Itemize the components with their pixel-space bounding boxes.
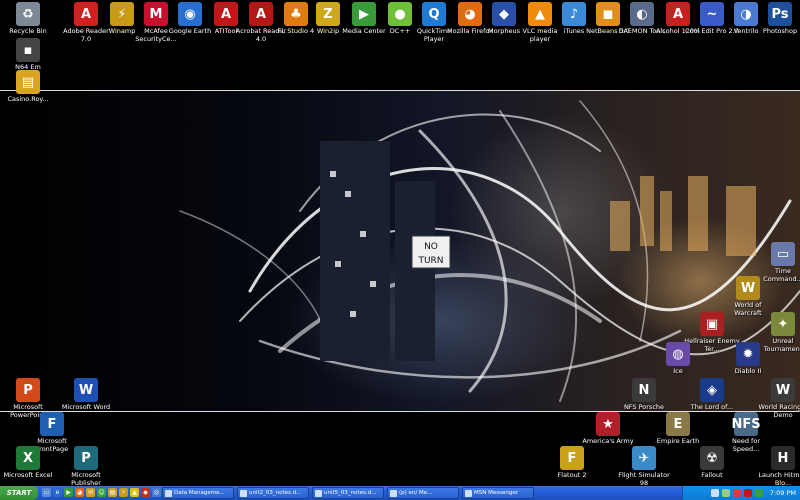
desktop-icon[interactable]: ★ America's Army [580,412,636,446]
media-player-icon[interactable]: ▶ [64,488,73,497]
need-for-speed-icon: NFS [731,412,761,436]
ati-icon[interactable] [743,489,752,497]
flatout-icon: F [560,446,584,470]
taskbar-button[interactable]: unit2_03_notes.d... [237,487,309,499]
lotr-icon: ◈ [700,378,724,402]
network-icon[interactable] [721,489,730,497]
desktop-icon[interactable]: ♻ Recycle Bin [0,2,56,36]
time-command-icon: ▭ [771,242,795,266]
publisher-icon: P [74,446,98,470]
frontpage-icon: F [40,412,64,436]
desktop-icon[interactable]: ✹ Diablo II [720,342,776,376]
desktop-icon-label: Microsoft Publisher [71,471,101,486]
desktop-icon[interactable]: Ps Photoshop [752,2,800,36]
hitman-icon: H [771,446,795,470]
americas-army-icon: ★ [596,412,620,436]
taskbar: START ▭ e ▶ ◕ ✉ ☺ ▤ ⚡ ▲ ◆ ◎ Data Manageme... unit2_… [0,486,800,500]
flight-simulator-icon: ✈ [632,446,656,470]
desktop-icon[interactable]: W World of Warcraft [720,276,776,317]
taskbar-button-label: unit5_03_notes.d... [324,490,377,496]
search-icon[interactable]: ◎ [152,488,161,497]
quick-launch: ▭ e ▶ ◕ ✉ ☺ ▤ ⚡ ▲ ◆ ◎ [42,488,161,498]
world-of-warcraft-icon: W [736,276,760,300]
desktop-icon-label: Empire Earth [656,437,700,445]
wallpaper-sign-line1: NO [424,242,438,252]
desktop-icon-label: Fallout [701,471,723,479]
taskbar-button-label: (p) en/ Me... [399,490,433,496]
taskbar-button-label: MSN Messenger [474,490,518,496]
desktop-icon-label: America's Army [582,437,634,445]
start-button[interactable]: START [0,486,38,500]
system-tray: 7:09 PM [682,486,800,500]
desktop-icon[interactable]: F Flatout 2 [544,446,600,480]
excel-icon: X [16,446,40,470]
folder-icon[interactable]: ▤ [108,488,117,497]
desktop-icon-label: Diablo II [734,367,762,375]
ice-icon: ◍ [666,342,690,366]
desktop-icon-label: Casino.Roy... [7,95,49,103]
show-desktop-icon[interactable]: ▭ [42,488,51,497]
empire-earth-icon: E [666,412,690,436]
desktop-icon-label: Launch Hitman Blo... [758,471,800,486]
desktop-icon[interactable]: X Microsoft Excel [0,446,56,480]
desktop-icon-label: NFS Porsche [623,403,665,411]
messenger-icon[interactable]: ☺ [97,488,106,497]
window-icon [165,489,172,497]
taskbar-button[interactable]: unit5_03_notes.d... [312,487,384,499]
outlook-icon[interactable]: ✉ [86,488,95,497]
task-list: Data Manageme... unit2_03_notes.d... unit5… [162,487,534,499]
world-racing-icon: W [771,378,795,402]
diablo-icon: ✹ [736,342,760,366]
winamp-icon[interactable]: ⚡ [119,488,128,497]
antivirus-icon[interactable] [732,489,741,497]
game-icon[interactable]: ◆ [141,488,150,497]
desktop-icon-label: Flatout 2 [557,471,587,479]
desktop-icon-label: Photoshop [762,27,798,35]
window-icon [240,489,247,497]
desktop-icon-label: Microsoft Excel [3,471,53,479]
wallpaper-sign-line2: TURN [417,256,443,266]
taskbar-button-label: Data Manageme... [174,490,225,496]
taskbar-button[interactable]: Data Manageme... [162,487,234,499]
window-icon [465,489,472,497]
desktop-icon[interactable]: ◈ The Lord of... [684,378,740,412]
unreal-tournament-icon: ✦ [771,312,795,336]
desktop-icon[interactable]: W Microsoft Word [58,378,114,412]
messenger-tray-icon[interactable] [754,489,763,497]
photoshop-icon: Ps [768,2,792,26]
desktop-icon[interactable]: ◍ Ice [650,342,706,376]
firefox-icon[interactable]: ◕ [75,488,84,497]
recycle-bin-icon: ♻ [16,2,40,26]
desktop-icon[interactable]: N NFS Porsche [616,378,672,412]
desktop-icon[interactable]: ▪ N64 Em [0,38,56,72]
desktop-icon[interactable]: ▤ Casino.Roy... [0,70,56,104]
window-icon [390,489,397,497]
desktop-icon-label: Microsoft Word [61,403,111,411]
desktop-icon[interactable]: ☢ Fallout [684,446,740,480]
window-icon [315,489,322,497]
desktop-icon-label: Flight Simulator 98 [618,471,670,486]
desktop-icon[interactable]: ✈ Flight Simulator 98 [616,446,672,486]
clock: 7:09 PM [769,489,796,497]
fallout-icon: ☢ [700,446,724,470]
aim-icon[interactable]: ▲ [130,488,139,497]
desktop-icon-label: Ice [673,367,683,375]
zip-archive-icon: ▤ [16,70,40,94]
taskbar-button-label: unit2_03_notes.d... [249,490,302,496]
taskbar-button[interactable]: MSN Messenger [462,487,534,499]
desktop-icon[interactable]: E Empire Earth [650,412,706,446]
n64-emulator-icon: ▪ [16,38,40,62]
nfs-porsche-icon: N [632,378,656,402]
desktop-icon[interactable]: HLaunch Hitman Blo... [755,446,800,486]
word-icon: W [74,378,98,402]
taskbar-button[interactable]: (p) en/ Me... [387,487,459,499]
game-icon: ▣ [700,312,724,336]
desktop-icon[interactable]: P Microsoft Publisher [58,446,114,486]
desktop-icon-label: Recycle Bin [9,27,47,35]
speaker-icon[interactable] [710,489,719,497]
ie-icon[interactable]: e [53,488,62,497]
desktop: NO TURN ♻ Recycle Bin ▪ N64 Em ▤ Casino.Roy..… [0,0,800,486]
powerpoint-icon: P [16,378,40,402]
desktop-icon-label: The Lord of... [690,403,734,411]
